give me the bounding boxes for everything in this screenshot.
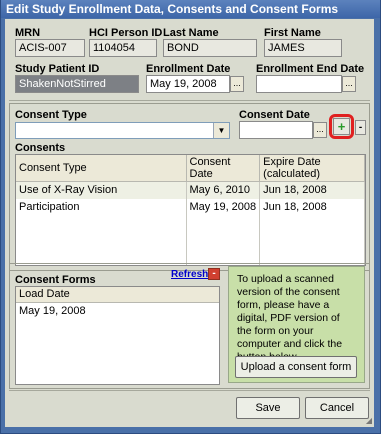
consents-title: Consents — [15, 142, 66, 154]
refresh-link[interactable]: Refresh — [171, 269, 208, 280]
enrollment-date-input[interactable]: May 19, 2008 — [146, 75, 230, 93]
study-patient-id-label: Study Patient ID — [15, 63, 100, 75]
footer-divider — [9, 390, 370, 391]
remove-consent-button[interactable]: - — [355, 120, 366, 135]
add-consent-button[interactable]: + — [333, 118, 350, 135]
dialog-title: Edit Study Enrollment Data, Consents and… — [1, 0, 380, 18]
table-cell: Jun 18, 2008 — [259, 198, 365, 216]
dialog-body: MRN ACIS-007 HCI Person ID 1104054 Last … — [5, 19, 374, 427]
column-header-expire-date[interactable]: Expire Date (calculated) — [259, 155, 365, 182]
table-row[interactable]: Participation May 19, 2008 Jun 18, 2008 — [16, 198, 365, 216]
column-header-consent-type[interactable]: Consent Type — [16, 155, 187, 182]
upload-instructions-text: To upload a scanned version of the conse… — [237, 273, 343, 363]
chevron-down-icon[interactable]: ▼ — [213, 123, 229, 138]
table-row-empty — [16, 215, 365, 265]
plus-icon: + — [337, 119, 346, 134]
consent-type-label: Consent Type — [15, 109, 87, 121]
enrollment-end-date-input[interactable] — [256, 75, 342, 93]
mrn-label: MRN — [15, 27, 41, 39]
study-patient-id-input[interactable]: ShakenNotStirred — [15, 75, 139, 93]
first-name-label: First Name — [264, 27, 321, 39]
enrollment-date-label: Enrollment Date — [146, 63, 231, 75]
table-cell: Participation — [16, 198, 187, 216]
table-cell: May 6, 2010 — [186, 181, 261, 199]
remove-consent-form-button[interactable]: - — [208, 268, 220, 280]
upload-consent-form-button[interactable]: Upload a consent form — [235, 356, 357, 378]
last-name-field: BOND — [163, 39, 257, 57]
last-name-label: Last Name — [163, 27, 219, 39]
save-button[interactable]: Save — [236, 397, 300, 419]
table-cell: Use of X-Ray Vision — [16, 181, 187, 199]
consent-forms-title: Consent Forms — [15, 274, 96, 286]
cancel-button[interactable]: Cancel — [305, 397, 369, 419]
first-name-field: JAMES — [264, 39, 342, 57]
consents-table[interactable]: Consent Type Consent Date Expire Date (c… — [15, 154, 366, 266]
enrollment-end-date-picker-button[interactable]: ... — [342, 76, 356, 92]
table-cell: May 19, 2008 — [186, 198, 261, 216]
consent-date-label: Consent Date — [239, 109, 310, 121]
enrollment-end-date-label: Enrollment End Date — [256, 63, 365, 75]
consent-forms-table[interactable]: Load Date May 19, 2008 — [15, 286, 220, 385]
enrollment-date-picker-button[interactable]: ... — [230, 76, 244, 92]
consent-type-select[interactable]: ▼ — [15, 122, 230, 139]
table-row[interactable]: May 19, 2008 — [16, 302, 219, 319]
consent-date-picker-button[interactable]: ... — [313, 122, 327, 138]
resize-grip-icon[interactable]: ◢ — [366, 416, 372, 425]
table-cell: May 19, 2008 — [19, 304, 86, 317]
section-divider — [9, 100, 370, 101]
hci-person-id-field: 1104054 — [89, 39, 157, 57]
mrn-field: ACIS-007 — [15, 39, 85, 57]
minus-icon: - — [358, 122, 363, 133]
consent-date-input[interactable] — [239, 121, 313, 139]
table-cell: Jun 18, 2008 — [259, 181, 365, 199]
table-row[interactable]: Use of X-Ray Vision May 6, 2010 Jun 18, … — [16, 181, 365, 199]
hci-person-id-label: HCI Person ID — [89, 27, 163, 39]
column-header-load-date[interactable]: Load Date — [16, 287, 219, 303]
column-header-consent-date[interactable]: Consent Date — [186, 155, 261, 182]
